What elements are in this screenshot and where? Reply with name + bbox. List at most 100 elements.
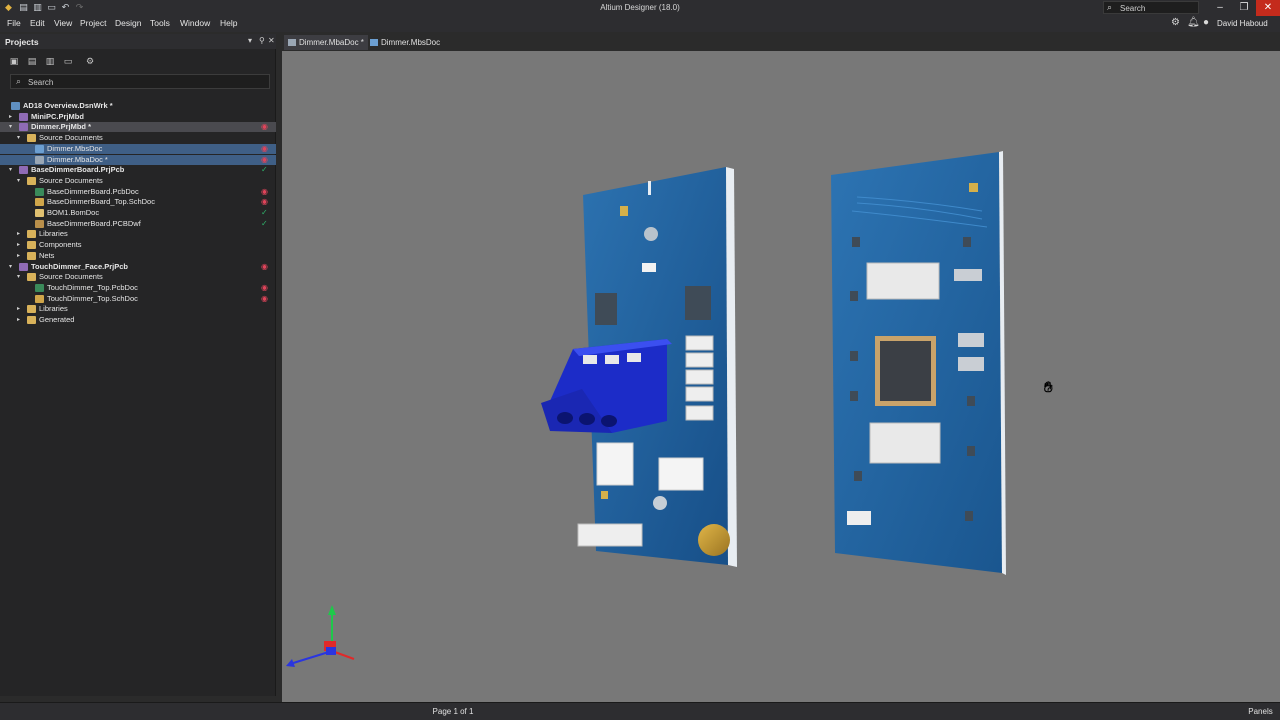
tree-item[interactable]: BaseDimmerBoard_Top.SchDoc ◉ bbox=[0, 197, 276, 207]
menu-edit[interactable]: Edit bbox=[30, 18, 45, 28]
document-tab-bar: Dimmer.MbaDoc * Dimmer.MbsDoc bbox=[282, 34, 1280, 50]
tree-item[interactable]: ▾ Source Documents bbox=[0, 272, 276, 282]
expand-arrow-down-icon[interactable]: ▾ bbox=[17, 133, 20, 143]
tree-item[interactable]: ▾ Source Documents bbox=[0, 133, 276, 143]
sch-doc-icon bbox=[35, 198, 44, 207]
global-search-input[interactable]: ⌕ Search bbox=[1103, 1, 1199, 14]
search-icon: ⌕ bbox=[16, 76, 22, 86]
project-icon bbox=[19, 262, 28, 271]
expand-arrow-right-icon[interactable]: ▸ bbox=[17, 304, 20, 314]
menu-design[interactable]: Design bbox=[115, 18, 141, 28]
base-dimmer-board-3d[interactable] bbox=[541, 167, 737, 567]
tree-item[interactable]: ▸ MiniPC.PrjMbd bbox=[0, 112, 276, 122]
user-menu[interactable]: David Haboud bbox=[1217, 19, 1268, 28]
projects-search-input[interactable]: ⌕ Search bbox=[10, 74, 270, 89]
sch-doc-icon bbox=[35, 294, 44, 303]
tree-item[interactable]: TouchDimmer_Top.SchDoc ◉ bbox=[0, 294, 276, 304]
workspace-icon bbox=[11, 102, 20, 110]
modified-status-icon: ◉ bbox=[261, 154, 268, 164]
panel-close-icon[interactable]: ✕ bbox=[268, 36, 275, 45]
tab-dimmer-mbadoc[interactable]: Dimmer.MbaDoc * bbox=[284, 35, 368, 50]
tree-item[interactable]: ▸ Libraries bbox=[0, 229, 276, 239]
tree-item[interactable]: Dimmer.MbsDoc ◉ bbox=[0, 143, 276, 154]
modified-status-icon: ◉ bbox=[261, 293, 268, 303]
status-bar: Page 1 of 1 Panels bbox=[0, 702, 1280, 720]
expand-arrow-down-icon[interactable]: ▾ bbox=[9, 165, 12, 175]
tree-item-label: Components bbox=[39, 240, 82, 250]
ok-status-icon: ✓ bbox=[261, 165, 268, 175]
dwf-doc-icon bbox=[35, 219, 44, 228]
tree-item[interactable]: ▸ Components bbox=[0, 240, 276, 250]
folder-icon bbox=[27, 273, 36, 282]
add-document-icon[interactable]: ▥ bbox=[44, 55, 56, 67]
menu-project[interactable]: Project bbox=[80, 18, 106, 28]
tree-item[interactable]: ▸ Libraries bbox=[0, 304, 276, 314]
expand-arrow-right-icon[interactable]: ▸ bbox=[17, 251, 20, 261]
tree-item[interactable]: BaseDimmerBoard.PcbDoc ◉ bbox=[0, 187, 276, 197]
menu-bar: File Edit View Project Design Tools Wind… bbox=[0, 16, 1280, 32]
altium-window: ◆ ▤ ▥ ▭ ↶ ↷ Altium Designer (18.0) ⌕ Sea… bbox=[0, 0, 1280, 720]
save-project-icon[interactable]: ▣ bbox=[8, 55, 20, 67]
tab-label: Dimmer.MbsDoc bbox=[381, 38, 441, 47]
minimize-button[interactable]: – bbox=[1208, 0, 1232, 16]
tree-item[interactable]: BOM1.BomDoc ✓ bbox=[0, 208, 276, 218]
expand-arrow-right-icon[interactable]: ▸ bbox=[9, 112, 12, 122]
menu-help[interactable]: Help bbox=[220, 18, 237, 28]
notifications-bell-icon[interactable]: 🔔︎ bbox=[1187, 17, 1200, 28]
mbs-doc-icon bbox=[35, 144, 44, 153]
tree-item[interactable]: ▾ Dimmer.PrjMbd * ◉ bbox=[0, 122, 276, 133]
folder-open-icon[interactable]: ▭ bbox=[62, 55, 74, 67]
restore-button[interactable]: ❐ bbox=[1232, 0, 1256, 16]
tree-item[interactable]: ▸ Generated bbox=[0, 315, 276, 325]
tree-item-label: Libraries bbox=[39, 304, 68, 314]
menu-tools[interactable]: Tools bbox=[150, 18, 170, 28]
panel-menu-icon[interactable]: ▾ bbox=[248, 36, 252, 45]
window-title: Altium Designer (18.0) bbox=[600, 3, 680, 12]
expand-arrow-right-icon[interactable]: ▸ bbox=[17, 315, 20, 325]
expand-arrow-down-icon[interactable]: ▾ bbox=[17, 272, 20, 282]
tree-item-label: BaseDimmerBoard_Top.SchDoc bbox=[47, 197, 155, 207]
touch-dimmer-face-board-3d[interactable] bbox=[831, 151, 1006, 575]
tree-item[interactable]: ▾ BaseDimmerBoard.PrjPcb ✓ bbox=[0, 165, 276, 175]
pan-hand-cursor-icon: ✋︎ bbox=[1044, 378, 1053, 396]
panels-button[interactable]: Panels bbox=[1243, 706, 1278, 718]
menu-file[interactable]: File bbox=[7, 18, 21, 28]
expand-arrow-down-icon[interactable]: ▾ bbox=[17, 176, 20, 186]
mba-doc-icon bbox=[288, 39, 296, 46]
expand-arrow-right-icon[interactable]: ▸ bbox=[17, 240, 20, 250]
tree-item[interactable]: BaseDimmerBoard.PCBDwf ✓ bbox=[0, 219, 276, 229]
menu-window[interactable]: Window bbox=[180, 18, 210, 28]
menu-view[interactable]: View bbox=[54, 18, 72, 28]
projects-toolbar: ▣ ▤ ▥ ▭ ⚙ bbox=[0, 54, 276, 68]
tree-item[interactable]: TouchDimmer_Top.PcbDoc ◉ bbox=[0, 283, 276, 293]
expand-arrow-down-icon[interactable]: ▾ bbox=[9, 122, 12, 132]
compile-icon[interactable]: ▤ bbox=[26, 55, 38, 67]
expand-arrow-right-icon[interactable]: ▸ bbox=[17, 229, 20, 239]
folder-icon bbox=[27, 134, 36, 143]
tab-dimmer-mbsdoc[interactable]: Dimmer.MbsDoc bbox=[366, 35, 444, 50]
pcb-doc-icon bbox=[35, 283, 44, 292]
3d-viewport[interactable]: ✋︎ bbox=[282, 51, 1280, 702]
project-options-gear-icon[interactable]: ⚙ bbox=[84, 55, 96, 67]
tree-item-label: Dimmer.PrjMbd * bbox=[31, 122, 92, 132]
folder-icon bbox=[27, 176, 36, 185]
tree-item-label: Source Documents bbox=[39, 272, 103, 282]
tree-item[interactable]: ▾ TouchDimmer_Face.PrjPcb ◉ bbox=[0, 262, 276, 272]
tree-item[interactable]: Dimmer.MbaDoc * ◉ bbox=[0, 154, 276, 165]
folder-icon bbox=[27, 305, 36, 314]
projects-search-placeholder: Search bbox=[28, 78, 54, 87]
modified-status-icon: ◉ bbox=[261, 143, 268, 153]
modified-status-icon: ◉ bbox=[261, 261, 268, 271]
panel-pin-icon[interactable]: ⚲ bbox=[259, 36, 265, 45]
user-avatar-icon[interactable]: ● bbox=[1203, 17, 1209, 28]
settings-gear-icon[interactable]: ⚙ bbox=[1171, 17, 1180, 28]
bom-doc-icon bbox=[35, 209, 44, 217]
expand-arrow-down-icon[interactable]: ▾ bbox=[9, 262, 12, 272]
project-icon bbox=[19, 166, 28, 175]
close-button[interactable]: ✕ bbox=[1256, 0, 1280, 16]
search-icon: ⌕ bbox=[1107, 2, 1113, 12]
tree-item[interactable]: AD18 Overview.DsnWrk * bbox=[0, 101, 276, 111]
tree-item[interactable]: ▸ Nets bbox=[0, 251, 276, 261]
tree-item[interactable]: ▾ Source Documents bbox=[0, 176, 276, 186]
tree-item-label: Source Documents bbox=[39, 175, 103, 185]
